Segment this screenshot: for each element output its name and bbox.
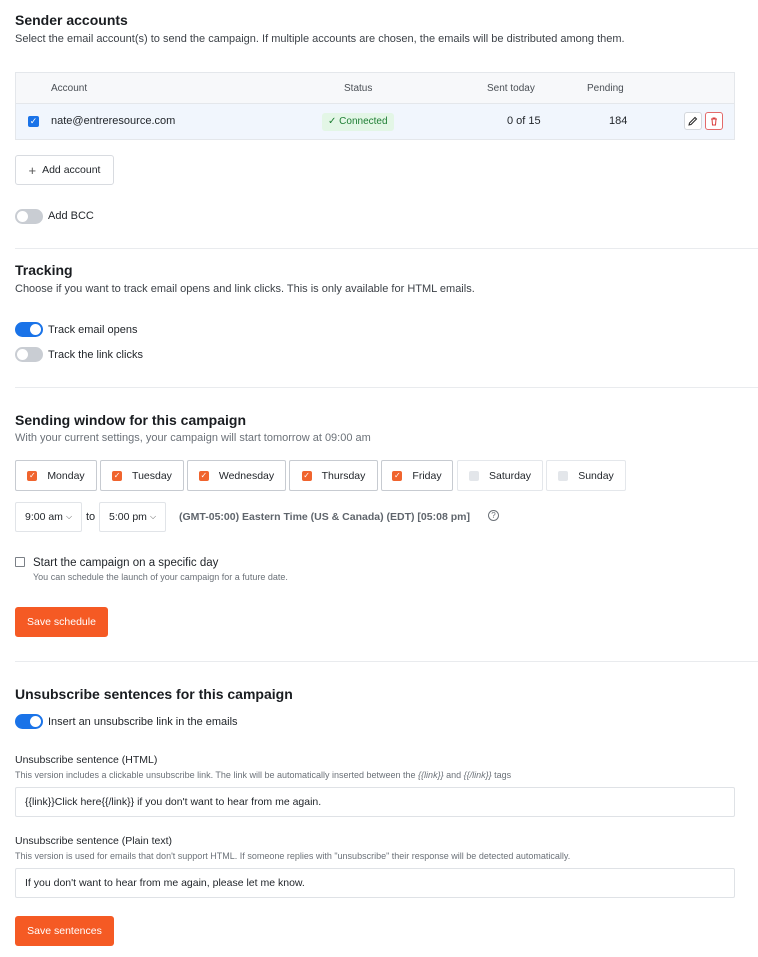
plain-sentence-hint: This version is used for emails that don… [15,851,571,861]
html-hint-and: and [443,770,464,780]
add-account-button[interactable]: + Add account [15,155,114,185]
track-opens-toggle[interactable] [15,322,43,337]
sent-today-value: 0 of 15 [507,115,541,127]
html-hint-text: This version includes a clickable unsubs… [15,770,419,780]
start-time-select[interactable]: 9:00 am ⌵ [15,502,82,532]
check-icon: ✓ [27,470,38,481]
sending-window-title: Sending window for this campaign [15,412,247,428]
sender-accounts-description: Select the email account(s) to send the … [15,33,625,45]
edit-account-button[interactable] [684,112,702,130]
timezone-label: (GMT-05:00) Eastern Time (US & Canada) (… [179,511,470,523]
save-schedule-button[interactable]: Save schedule [15,607,108,637]
track-opens-label: Track email opens [48,324,138,336]
html-sentence-input[interactable]: {{link}}Click here{{/link}} if you don't… [15,787,735,817]
specific-day-hint: You can schedule the launch of your camp… [33,572,288,582]
track-clicks-label: Track the link clicks [48,349,143,361]
day-saturday[interactable]: Saturday [457,460,543,491]
check-icon: ✓ [328,116,340,127]
trash-icon [711,117,717,126]
html-hint-end: tags [491,770,512,780]
unchecked-box-icon [468,470,479,481]
add-bcc-label: Add BCC [48,210,94,222]
html-sentence-label: Unsubscribe sentence (HTML) [15,754,158,766]
unsubscribe-title: Unsubscribe sentences for this campaign [15,686,293,702]
divider [15,661,758,662]
divider [15,387,758,388]
day-wednesday[interactable]: ✓ Wednesday [187,460,286,491]
accounts-table: Account Status Sent today Pending ✓ nate… [15,72,735,140]
day-label: Tuesday [132,469,172,482]
plain-sentence-label: Unsubscribe sentence (Plain text) [15,835,172,847]
check-icon: ✓ [392,470,403,481]
divider [15,248,758,249]
column-account: Account [51,83,88,94]
chevron-down-icon: ⌵ [65,512,73,521]
html-hint-tag-close: {{/link}} [463,770,492,780]
day-monday[interactable]: ✓ Monday [15,460,97,491]
column-pending: Pending [587,83,624,94]
track-clicks-toggle[interactable] [15,347,43,362]
day-friday[interactable]: ✓ Friday [381,460,453,491]
insert-unsubscribe-toggle[interactable] [15,714,43,729]
tracking-title: Tracking [15,262,73,278]
day-thursday[interactable]: ✓ Thursday [289,460,378,491]
tracking-description: Choose if you want to track email opens … [15,283,475,295]
account-email: nate@entreresource.com [51,115,176,127]
day-label: Thursday [321,469,366,482]
delete-account-button[interactable] [705,112,723,130]
insert-unsubscribe-label: Insert an unsubscribe link in the emails [48,716,238,728]
day-tuesday[interactable]: ✓ Tuesday [100,460,184,491]
day-sunday[interactable]: Sunday [546,460,626,491]
plus-icon: + [28,162,37,178]
day-label: Wednesday [218,469,275,482]
status-badge: ✓ Connected [322,113,394,131]
check-icon: ✓ [301,470,312,481]
table-row: ✓ nate@entreresource.com ✓ Connected 0 o… [16,104,734,139]
status-label: Connected [339,116,388,127]
unchecked-box-icon [558,470,569,481]
day-label: Saturday [488,469,532,482]
start-time-value: 9:00 am [24,511,63,523]
add-account-label: Add account [42,164,101,176]
accounts-table-header: Account Status Sent today Pending [16,73,734,104]
sender-accounts-title: Sender accounts [15,12,128,28]
plain-sentence-input[interactable]: If you don't want to hear from me again,… [15,868,735,898]
day-label: Monday [47,469,85,482]
help-icon[interactable]: ? [488,510,499,521]
add-bcc-toggle[interactable] [15,209,43,224]
account-select-checkbox[interactable]: ✓ [28,116,39,127]
day-label: Friday [412,469,442,482]
html-sentence-hint: This version includes a clickable unsubs… [15,770,511,780]
save-sentences-button[interactable]: Save sentences [15,916,114,946]
pencil-icon [688,116,698,126]
to-word: to [86,511,96,523]
html-hint-tag-open: {{link}} [418,770,444,780]
end-time-select[interactable]: 5:00 pm ⌵ [99,502,166,532]
specific-day-label: Start the campaign on a specific day [33,557,219,569]
end-time-value: 5:00 pm [108,511,147,523]
column-sent-today: Sent today [487,83,535,94]
specific-day-checkbox[interactable] [15,557,25,567]
sending-window-description: With your current settings, your campaig… [15,432,371,444]
column-status: Status [344,83,373,94]
check-icon: ✓ [198,470,209,481]
pending-value: 184 [609,115,628,127]
chevron-down-icon: ⌵ [149,512,157,521]
check-icon: ✓ [112,470,123,481]
day-label: Sunday [578,469,614,482]
